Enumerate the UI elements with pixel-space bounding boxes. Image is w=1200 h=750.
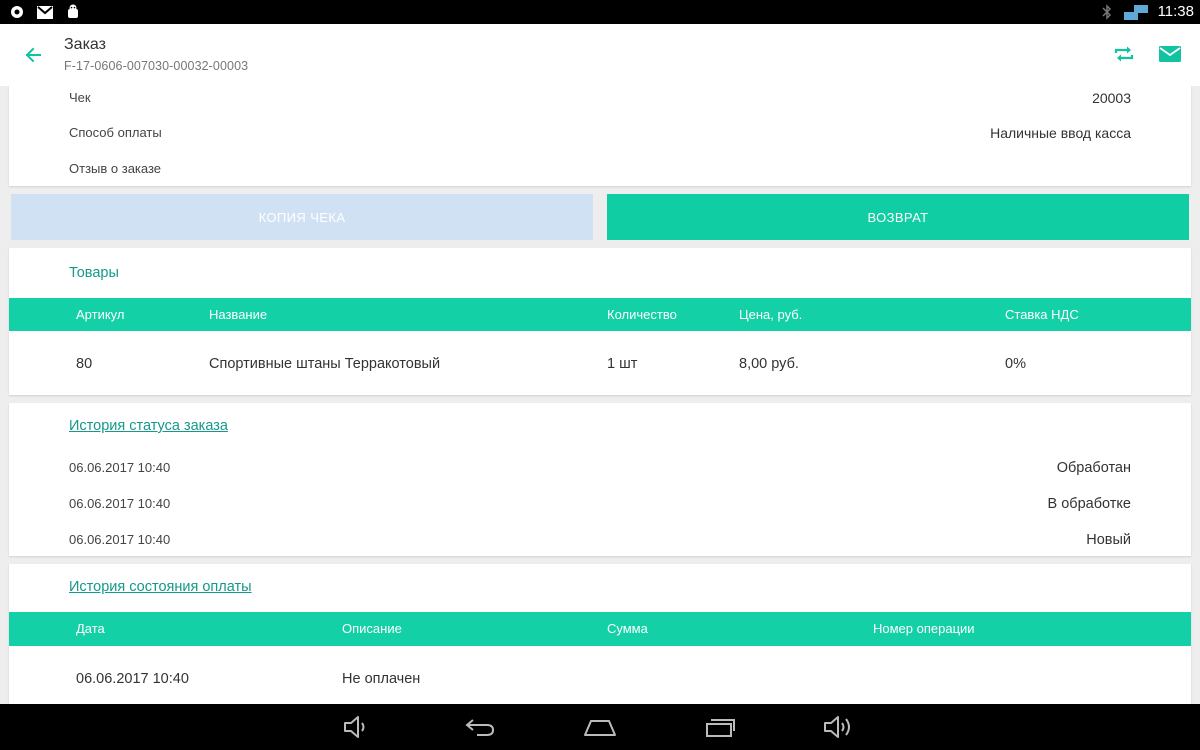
status-value: Новый xyxy=(1086,532,1131,548)
payment-history-card: История состояния оплаты Дата Описание С… xyxy=(9,564,1191,704)
volume-down-icon xyxy=(344,716,365,738)
column-header: Цена, руб. xyxy=(739,307,803,322)
goods-table-header: Артикул Название Количество Цена, руб. С… xyxy=(9,298,1191,331)
cell-price: 8,00 руб. xyxy=(739,356,799,372)
app-bar: Заказ F-17-0606-007030-00032-00003 xyxy=(0,24,1200,86)
page-title: Заказ xyxy=(64,36,106,53)
column-header: Дата xyxy=(76,621,105,636)
status-value: Обработан xyxy=(1056,460,1131,476)
status-history-row: 06.06.2017 10:40 Новый xyxy=(69,532,1131,552)
status-date: 06.06.2017 10:40 xyxy=(69,532,171,547)
clock: 11:38 xyxy=(1157,3,1194,20)
info-label: Чек xyxy=(69,90,91,105)
column-header: Количество xyxy=(607,307,677,322)
column-header: Ставка НДС xyxy=(1005,307,1079,322)
status-history-row: 06.06.2017 10:40 Обработан xyxy=(69,460,1131,480)
status-date: 06.06.2017 10:40 xyxy=(69,496,171,511)
navigation-bar xyxy=(0,704,1200,750)
status-history-card: История статуса заказа 06.06.2017 10:40 … xyxy=(9,403,1191,556)
column-header: Сумма xyxy=(607,621,648,636)
table-row[interactable]: 80 Спортивные штаны Терракотовый 1 шт 8,… xyxy=(9,331,1191,397)
return-button[interactable]: ВОЗВРАТ xyxy=(607,194,1189,240)
volume-up-icon xyxy=(824,716,850,738)
cell-article: 80 xyxy=(76,356,93,372)
mail-icon xyxy=(1159,46,1181,62)
payment-table-header: Дата Описание Сумма Номер операции xyxy=(9,612,1191,646)
gmail-icon xyxy=(36,3,54,21)
order-number: F-17-0606-007030-00032-00003 xyxy=(64,59,249,73)
back-nav-button[interactable] xyxy=(460,712,500,742)
cell-name: Спортивные штаны Терракотовый xyxy=(209,356,441,372)
column-header: Номер операции xyxy=(873,621,975,636)
cell-quantity: 1 шт xyxy=(607,356,638,372)
home-button[interactable] xyxy=(580,712,620,742)
sync-button[interactable] xyxy=(1110,40,1138,68)
repeat-icon xyxy=(1114,46,1134,62)
network-icon xyxy=(1123,3,1150,21)
table-row[interactable]: 06.06.2017 10:40 Не оплачен xyxy=(9,646,1191,704)
volume-up-button[interactable] xyxy=(818,712,858,742)
info-label: Способ оплаты xyxy=(69,125,162,140)
info-row-feedback: Отзыв о заказе xyxy=(69,161,1131,181)
email-button[interactable] xyxy=(1156,40,1184,68)
order-content[interactable]: Чек 20003 Способ оплаты Наличные ввод ка… xyxy=(0,86,1200,704)
column-header: Название xyxy=(209,307,268,322)
volume-down-button[interactable] xyxy=(336,712,376,742)
android-debug-icon xyxy=(64,3,82,21)
payment-history-title[interactable]: История состояния оплаты xyxy=(69,579,252,595)
recents-button[interactable] xyxy=(700,712,740,742)
back-button[interactable] xyxy=(18,40,48,70)
info-value: 20003 xyxy=(1092,90,1131,106)
goods-title: Товары xyxy=(69,265,119,281)
info-row-receipt: Чек 20003 xyxy=(69,90,1131,110)
goods-card: Товары Артикул Название Количество Цена,… xyxy=(9,248,1191,395)
copy-receipt-button[interactable]: КОПИЯ ЧЕКА xyxy=(11,194,593,240)
info-label: Отзыв о заказе xyxy=(69,161,162,176)
back-nav-icon xyxy=(465,719,495,736)
cell-description: Не оплачен xyxy=(342,671,421,687)
notification-icon xyxy=(8,3,26,21)
column-header: Артикул xyxy=(76,307,125,322)
cell-date: 06.06.2017 10:40 xyxy=(76,671,189,687)
column-header: Описание xyxy=(342,621,402,636)
order-info-card: Чек 20003 Способ оплаты Наличные ввод ка… xyxy=(9,86,1191,186)
recents-icon xyxy=(706,719,735,737)
info-row-payment-method: Способ оплаты Наличные ввод касса xyxy=(69,125,1131,145)
bluetooth-icon xyxy=(1098,3,1116,21)
cell-vat: 0% xyxy=(1005,356,1026,372)
status-value: В обработке xyxy=(1047,496,1131,512)
info-value: Наличные ввод касса xyxy=(990,125,1131,141)
arrow-left-icon xyxy=(25,47,41,63)
status-history-row: 06.06.2017 10:40 В обработке xyxy=(69,496,1131,516)
status-date: 06.06.2017 10:40 xyxy=(69,460,171,475)
status-bar: 11:38 xyxy=(0,0,1200,24)
status-history-title[interactable]: История статуса заказа xyxy=(69,418,228,434)
home-icon xyxy=(584,720,616,736)
